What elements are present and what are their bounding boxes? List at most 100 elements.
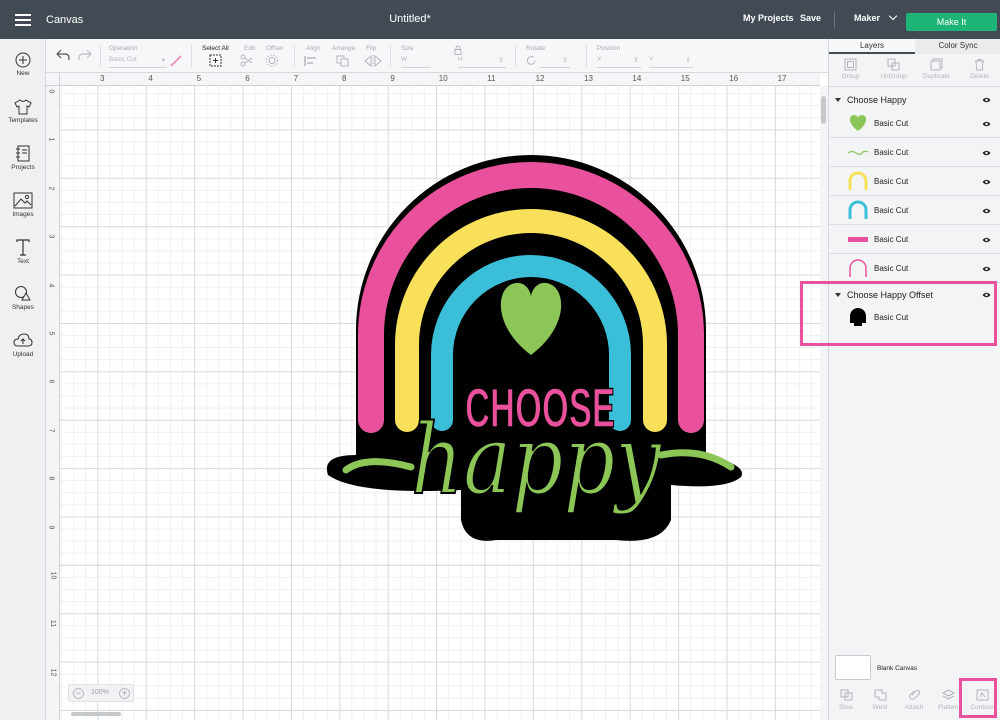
arrange-label: Arrange [332, 45, 356, 52]
align-icon[interactable] [304, 55, 320, 67]
ruler-tick-label: 0 [47, 89, 55, 94]
contour-highlight [959, 678, 997, 718]
arrange-icon[interactable] [336, 55, 352, 67]
layer-name: Basic Cut [874, 119, 909, 128]
layer-name: Basic Cut [874, 206, 909, 215]
ruler-tick-label: 3 [100, 74, 105, 83]
save-link[interactable]: Save [800, 13, 821, 23]
zoom-level: 100% [91, 689, 109, 696]
duplicate-icon [930, 58, 943, 71]
zoom-in-button[interactable]: + [119, 688, 130, 699]
tab-layers[interactable]: Layers [829, 39, 915, 54]
blank-canvas-swatch[interactable] [835, 655, 871, 680]
operation-select[interactable]: Basic Cut ▾ [109, 56, 167, 68]
eye-icon[interactable] [982, 121, 991, 127]
ruler-tick-label: 10 [49, 571, 57, 580]
pink-arch-thumbnail [849, 259, 867, 277]
height-input[interactable]: H ⇕ [458, 56, 506, 68]
ungroup-button[interactable]: UnGroup [872, 58, 915, 80]
sidebar-item-projects[interactable]: Projects [0, 145, 46, 171]
eye-icon[interactable] [982, 237, 991, 243]
paperclip-icon [908, 689, 920, 700]
sidebar-item-shapes[interactable]: Shapes [0, 285, 46, 311]
eye-icon[interactable] [982, 179, 991, 185]
green-heart-thumbnail [849, 115, 867, 131]
edit-toolbar: Operation Basic Cut ▾ Select All Edit Off… [46, 39, 828, 73]
edit-scissors-icon[interactable] [240, 54, 256, 67]
ruler-tick-label: 13 [584, 74, 593, 83]
stepper-icon: ⇕ [498, 57, 504, 64]
horizontal-ruler: 3 4 5 6 7 8 9 10 11 12 13 14 15 16 17 [60, 73, 820, 86]
ruler-tick-label: 10 [438, 74, 448, 83]
ruler-tick-label: 9 [390, 74, 395, 83]
lock-icon[interactable] [454, 45, 462, 55]
sidebar-item-label: Upload [12, 351, 34, 358]
eye-icon[interactable] [982, 208, 991, 214]
edit-label: Edit [244, 45, 256, 52]
sidebar-item-new[interactable]: New [0, 52, 46, 77]
layer-row[interactable]: Basic Cut [829, 109, 1000, 138]
layer-row[interactable]: Basic Cut [829, 138, 1000, 167]
delete-label: Delete [970, 73, 989, 80]
position-x-input[interactable]: X ⇕ [597, 56, 641, 68]
slice-button[interactable]: Slice [829, 689, 863, 711]
operation-label: Operation [109, 45, 138, 52]
position-y-input[interactable]: Y ⇕ [649, 56, 693, 68]
attach-button[interactable]: Attach [897, 689, 931, 711]
horizontal-scroll-thumb[interactable] [71, 712, 121, 716]
image-icon [13, 192, 33, 209]
layer-name: Basic Cut [874, 148, 909, 157]
chevron-down-icon [888, 11, 898, 21]
ruler-tick-label: 4 [148, 74, 153, 83]
undo-icon[interactable] [56, 49, 70, 61]
ruler-tick-label: 17 [777, 74, 787, 83]
machine-select[interactable]: Maker [854, 11, 898, 23]
choose-text-thumbnail [848, 237, 868, 242]
eye-icon[interactable] [982, 150, 991, 156]
pen-color-icon[interactable] [170, 55, 182, 67]
weld-button[interactable]: Weld [863, 689, 897, 711]
scroll-thumb[interactable] [821, 96, 826, 124]
duplicate-button[interactable]: Duplicate [915, 58, 958, 80]
my-projects-link[interactable]: My Projects [743, 13, 794, 23]
select-all-icon[interactable] [209, 54, 222, 67]
flatten-label: Flatten [938, 704, 958, 711]
ruler-tick-label: 8 [47, 476, 55, 481]
ruler-tick-label: 12 [535, 74, 545, 83]
flip-icon[interactable] [364, 55, 382, 67]
layer-group-choose-happy[interactable]: Choose Happy [829, 91, 1000, 109]
zoom-out-button[interactable]: − [73, 688, 84, 699]
position-label: Position [597, 45, 621, 52]
cloud-upload-icon [13, 333, 33, 347]
delete-button[interactable]: Delete [958, 58, 1000, 80]
ruler-tick-label: 3 [47, 234, 55, 239]
group-name: Choose Happy [847, 95, 907, 105]
notebook-icon [16, 145, 30, 162]
choose-happy-design[interactable]: CHOOSE happy [316, 135, 746, 555]
layer-row[interactable]: Basic Cut [829, 225, 1000, 254]
width-input[interactable]: W [401, 56, 431, 68]
x-prefix: X [597, 56, 602, 63]
group-button[interactable]: Group [829, 58, 872, 80]
sidebar-item-upload[interactable]: Upload [0, 332, 46, 358]
sidebar-item-label: Text [17, 258, 29, 265]
layer-row[interactable]: Basic Cut [829, 196, 1000, 225]
sidebar-item-templates[interactable]: Templates [0, 99, 46, 124]
offset-icon[interactable] [266, 54, 282, 67]
eye-icon[interactable] [982, 266, 991, 272]
layer-row[interactable]: Basic Cut [829, 167, 1000, 196]
weld-icon [874, 689, 886, 701]
rotate-input[interactable]: ⇕ [540, 56, 570, 68]
layer-row[interactable]: Basic Cut [829, 254, 1000, 283]
expand-caret-icon[interactable] [835, 98, 841, 102]
layer-name: Basic Cut [874, 177, 909, 186]
vertical-scrollbar[interactable] [820, 86, 828, 720]
sidebar-item-text[interactable]: Text [0, 239, 46, 265]
eye-icon[interactable] [982, 97, 991, 103]
ruler-tick-label: 7 [47, 428, 55, 433]
make-it-button[interactable]: Make It [906, 13, 997, 31]
redo-icon[interactable] [78, 49, 92, 61]
tab-color-sync[interactable]: Color Sync [915, 39, 1000, 54]
sidebar-item-images[interactable]: Images [0, 192, 46, 218]
align-label: Align [306, 45, 321, 52]
